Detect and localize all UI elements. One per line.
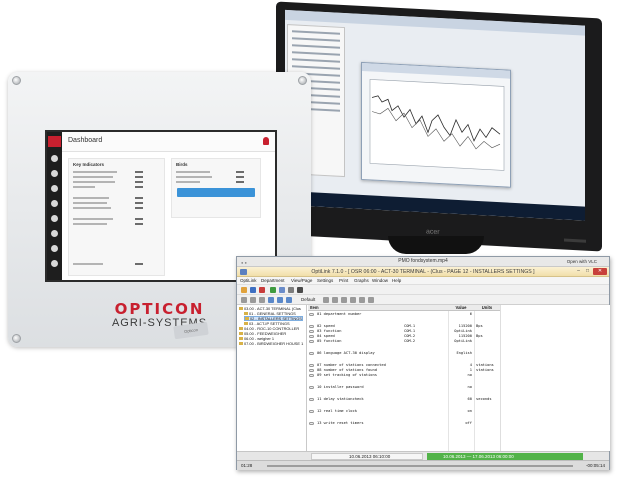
house-icon[interactable] [51,155,58,162]
close-button[interactable]: ✕ [593,268,607,275]
status-date: 10.06.2013 06:10:00 [349,454,391,459]
app-title: OptiLink 7.1.0 - [ OSR 06:00 - ACT-30 TE… [311,269,535,275]
open-folder-icon[interactable] [241,286,247,293]
table-row[interactable]: 10 installer password no [308,385,500,390]
scale-icon[interactable] [51,215,58,222]
minimize-button[interactable]: – [574,268,583,275]
water-drop-icon[interactable] [51,230,58,237]
elapsed-time: 01:28 [241,463,253,468]
screen-taskbar [285,190,585,221]
arrow-icon[interactable] [277,296,283,303]
default-profile-label[interactable]: Default [301,297,315,302]
flame-icon[interactable] [51,200,58,207]
menu-view-page[interactable]: View/Page [291,278,312,283]
stop-icon[interactable] [259,286,265,293]
screw-icon [12,76,21,85]
open-with-vlc-button[interactable]: Open with VLC [567,259,597,264]
menu-settings[interactable]: Settings [317,278,333,283]
clock-icon[interactable] [51,245,58,252]
monitor-power-strip [564,238,586,243]
key-indicators-heading: Key Indicators [73,162,105,167]
table-row[interactable]: 01 department number 6 [308,312,500,317]
tree-icon[interactable] [241,296,247,303]
seek-bar[interactable] [267,465,573,467]
maximize-button[interactable]: □ [583,268,592,275]
monitor-screen [285,9,585,221]
menu-help[interactable]: Help [392,278,401,283]
department-tree: 03.00 - ACT-30 TERMINAL (Clus 01 - GENER… [237,305,307,451]
expand-icon[interactable] [250,296,256,303]
menu-graphs[interactable]: Graphs [354,278,369,283]
monitor-stand [388,236,484,254]
birds-heading: Birds [176,162,188,167]
print-icon[interactable] [350,296,356,303]
arrow-icon[interactable] [286,296,292,303]
connect-icon[interactable] [270,286,276,293]
status-bar: 10.06.2013 06:10:00 10.06.2013 — 17.06.2… [237,451,609,460]
column-header-value[interactable]: Value [448,305,474,311]
app-titlebar: OptiLink 7.1.0 - [ OSR 06:00 - ACT-30 TE… [237,267,609,277]
settings-grid: Item Value Units 01 department number 6 0… [308,305,500,451]
arrow-icon[interactable] [268,296,274,303]
screen-graph [369,79,505,171]
screw-icon [12,334,21,343]
save-icon[interactable] [250,286,256,293]
viewer-title: PMO fondsystem.mp4 [398,258,448,264]
tree-item[interactable]: 07.00 - BIRDWEIGHER HOUSE 1 [239,341,303,346]
collapse-icon[interactable] [259,296,265,303]
table-row[interactable]: 12 real time clock on [308,409,500,414]
bulb-icon[interactable] [51,260,58,267]
column-header-item[interactable]: Item [308,305,448,311]
column-header-units[interactable]: Units [474,305,500,311]
table-row[interactable]: 11 delay stationcheck 60 seconds [308,397,500,402]
copy-icon[interactable] [323,296,329,303]
table-row[interactable]: 09 set tracking of stations no [308,373,500,378]
computer-monitor: acer [276,1,602,252]
birds-action-button[interactable] [177,188,255,197]
settings-icon[interactable] [288,286,294,293]
empty-right-pane [500,305,610,451]
monitor-brand: acer [426,228,440,237]
table-row[interactable]: 06 language ACT-30 display English [308,351,500,356]
menu-bar: OptiLink Department View/Page Settings P… [237,277,609,285]
video-player-bar: 01:28 -00:05:14 [237,460,609,470]
user-icon[interactable] [263,137,269,145]
remaining-time: -00:05:14 [585,463,605,468]
opticon-logo [48,136,61,147]
grid-icon[interactable] [359,296,365,303]
refresh-icon[interactable] [279,286,285,293]
optilink-window: ● ● PMO fondsystem.mp4 Open with VLC Opt… [236,256,610,470]
menu-department[interactable]: Department [261,278,285,283]
table-row[interactable]: 05 function COM-2 OptiLink [308,339,500,344]
status-range: 10.06.2013 — 17.06.2013 06:00:00 [443,454,514,459]
compare-icon[interactable] [341,296,347,303]
toolbar-main [237,285,609,295]
help-icon[interactable] [368,296,374,303]
paste-icon[interactable] [332,296,338,303]
screen-graph-window [361,61,511,188]
key-indicators-card: Key Indicators [68,158,165,276]
menu-optilink[interactable]: OptiLink [240,278,257,283]
thermometer-icon[interactable] [51,170,58,177]
menu-print[interactable]: Print [339,278,348,283]
screw-icon [298,76,307,85]
toolbar-secondary: Default [237,295,609,305]
dashboard-header: Dashboard [62,132,275,152]
table-row[interactable]: 13 write reset timers off [308,421,500,426]
dashboard-title: Dashboard [68,137,103,144]
print-icon[interactable] [297,286,303,293]
video-viewer-bar: ● ● PMO fondsystem.mp4 Open with VLC [237,257,609,267]
dashboard-sidebar [47,132,62,280]
menu-window[interactable]: Window [372,278,388,283]
photo-collage: acer Dashboard Key Indicators Birds OPTI… [0,0,618,479]
birds-card: Birds [171,158,261,218]
fan-icon[interactable] [51,185,58,192]
